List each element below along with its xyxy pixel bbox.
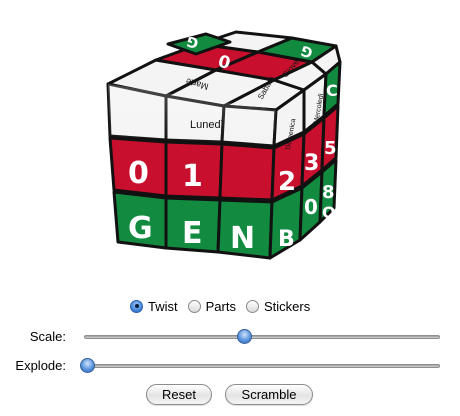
right-digit: 0 bbox=[304, 195, 318, 219]
front-digit: 0 bbox=[128, 156, 149, 191]
explode-slider-thumb[interactable] bbox=[80, 358, 95, 373]
right-letter: O bbox=[322, 203, 336, 222]
right-letter: B bbox=[278, 227, 295, 252]
radio-parts[interactable] bbox=[187, 299, 201, 313]
scale-slider-thumb[interactable] bbox=[236, 329, 252, 344]
radio-label: Parts bbox=[205, 298, 236, 314]
mode-option-twist[interactable]: Twist bbox=[130, 299, 178, 314]
front-letter: E bbox=[182, 216, 203, 251]
scale-slider-row: Scale: bbox=[0, 327, 460, 347]
mode-option-parts[interactable]: Parts bbox=[187, 298, 236, 314]
radio-label: Stickers bbox=[263, 298, 311, 314]
radio-twist[interactable] bbox=[130, 299, 143, 313]
explode-slider-row: Explode: bbox=[0, 356, 460, 376]
scale-label: Scale: bbox=[29, 329, 66, 344]
right-digit: 8 bbox=[322, 182, 335, 203]
explode-label: Explode: bbox=[15, 358, 66, 373]
front-day-label: Lunedì bbox=[190, 119, 224, 131]
radio-label: Twist bbox=[148, 298, 178, 314]
right-digit: 3 bbox=[304, 151, 319, 176]
scale-slider[interactable] bbox=[84, 329, 440, 344]
radio-stickers[interactable] bbox=[245, 299, 259, 313]
right-digit: 5 bbox=[324, 138, 337, 159]
front-letter: G bbox=[128, 211, 153, 246]
explode-slider[interactable] bbox=[80, 358, 440, 373]
front-letter: N bbox=[230, 221, 255, 256]
mode-option-stickers[interactable]: Stickers bbox=[245, 298, 311, 314]
scramble-button[interactable]: Scramble bbox=[225, 384, 313, 405]
right-letter: C bbox=[326, 81, 338, 100]
reset-button[interactable]: Reset bbox=[146, 384, 212, 405]
mode-radio-group: Twist Parts Stickers bbox=[130, 296, 314, 316]
front-sticker bbox=[218, 142, 276, 202]
cube-view[interactable]: G 0 G Marte Giove Sabato Lunedì 0 1 G E … bbox=[0, 0, 460, 285]
right-digit: 2 bbox=[278, 167, 296, 197]
front-digit: 1 bbox=[182, 159, 203, 194]
